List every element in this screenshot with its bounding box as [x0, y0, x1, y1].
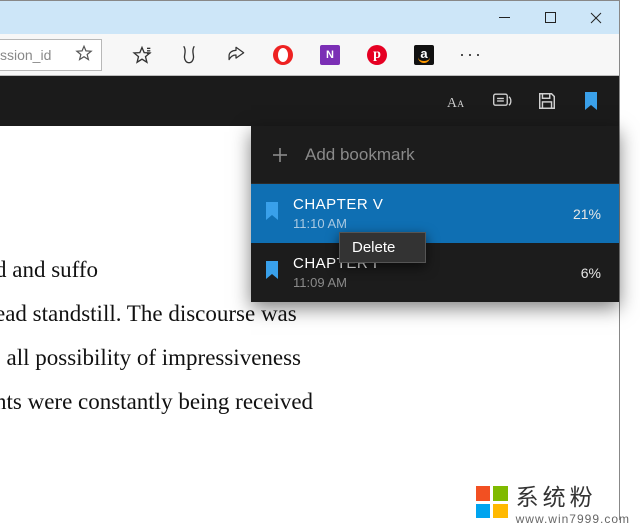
bookmark-time: 11:10 AM — [293, 216, 559, 231]
bookmark-info: CHAPTER I 11:09 AM — [293, 255, 567, 290]
onenote-icon[interactable]: N — [320, 45, 340, 65]
reader-content: d and suffo ead standstill. The discours… — [0, 126, 619, 521]
bookmark-percent: 6% — [581, 265, 601, 281]
bookmark-item[interactable]: CHAPTER V 11:10 AM 21% Delete — [251, 184, 619, 243]
bookmark-title: CHAPTER I — [293, 255, 567, 272]
read-aloud-button[interactable] — [481, 76, 525, 126]
watermark: 系统粉 www.win7999.com — [472, 474, 634, 530]
reader-toolbar: AA — [0, 76, 619, 126]
ink-icon[interactable] — [179, 45, 199, 65]
minimize-button[interactable] — [481, 1, 527, 34]
watermark-brand: 系统粉 — [516, 478, 597, 512]
plus-icon — [271, 146, 289, 164]
microsoft-logo-icon — [476, 486, 508, 518]
share-icon[interactable] — [226, 45, 246, 65]
window-titlebar — [0, 1, 619, 34]
pinterest-icon[interactable]: p — [367, 45, 387, 65]
bookmark-info: CHAPTER V 11:10 AM — [293, 196, 559, 231]
text-line: nts were constantly being received — [0, 380, 355, 424]
address-field[interactable]: ssion_id — [0, 39, 102, 71]
text-line: , all possibility of impressiveness — [0, 336, 355, 380]
bookmark-item[interactable]: CHAPTER I 11:09 AM 6% — [251, 243, 619, 302]
add-bookmark-row[interactable]: Add bookmark — [251, 126, 619, 184]
favorite-star-icon[interactable] — [75, 44, 93, 65]
context-menu: Delete — [339, 232, 426, 263]
text-size-button[interactable]: AA — [437, 76, 481, 126]
context-menu-delete[interactable]: Delete — [352, 239, 395, 256]
maximize-button[interactable] — [527, 1, 573, 34]
svg-text:A: A — [457, 100, 464, 110]
add-bookmark-label: Add bookmark — [305, 145, 415, 165]
watermark-url: www.win7999.com — [516, 512, 630, 526]
amazon-icon[interactable]: a — [414, 45, 434, 65]
bookmark-title: CHAPTER V — [293, 196, 559, 213]
bookmark-icon — [265, 202, 279, 225]
extension-icons: N p a ··· — [102, 34, 499, 75]
browser-window: ssion_id N p a ··· AA — [0, 0, 620, 520]
svg-text:A: A — [447, 95, 457, 110]
address-toolbar: ssion_id N p a ··· — [0, 34, 619, 76]
close-button[interactable] — [573, 1, 619, 34]
opera-icon[interactable] — [273, 45, 293, 65]
save-button[interactable] — [525, 76, 569, 126]
watermark-text: 系统粉 www.win7999.com — [516, 478, 630, 526]
more-icon[interactable]: ··· — [461, 45, 481, 65]
reading-list-icon[interactable] — [132, 45, 152, 65]
bookmarks-panel: Add bookmark CHAPTER V 11:10 AM 21% Dele… — [251, 126, 619, 302]
bookmark-button[interactable] — [569, 76, 613, 126]
bookmark-time: 11:09 AM — [293, 275, 567, 290]
bookmark-percent: 21% — [573, 206, 601, 222]
address-text: ssion_id — [0, 47, 65, 63]
bookmark-icon — [265, 261, 279, 284]
